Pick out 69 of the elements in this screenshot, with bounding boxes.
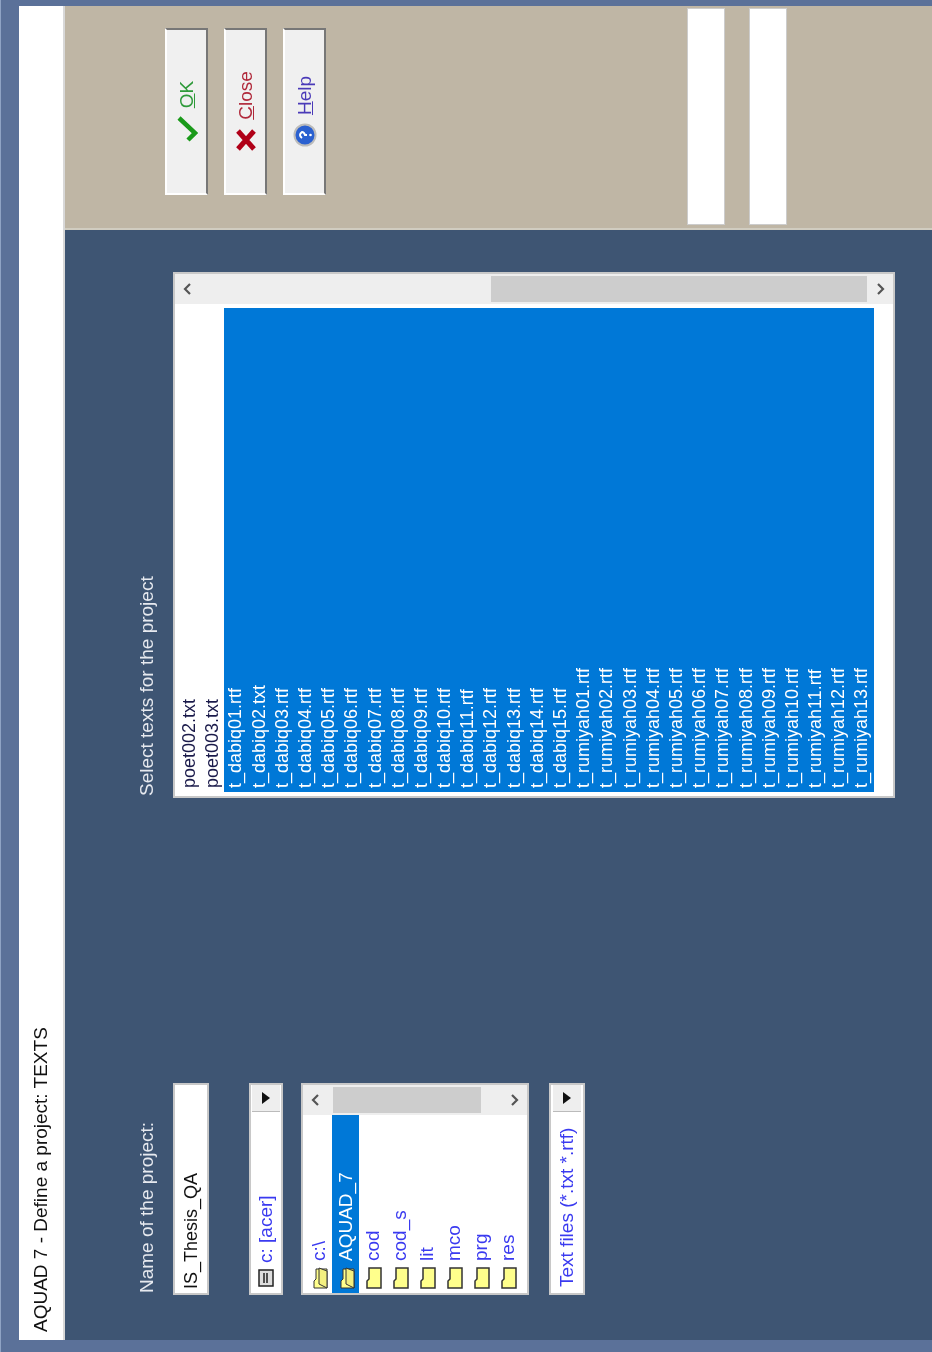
folder-icon (444, 1267, 463, 1289)
help-icon (292, 123, 317, 148)
file-item[interactable]: t_dabiq12.rtf (479, 308, 503, 792)
file-item[interactable]: t_dabiq01.rtf (224, 308, 248, 792)
file-item[interactable]: t_dabiq06.rtf (340, 308, 364, 792)
file-item[interactable]: t_rumiyah08.rtf (734, 308, 758, 792)
file-item[interactable]: t_rumiyah05.rtf (664, 308, 689, 792)
list-label: Select texts for the project (135, 575, 158, 796)
file-item[interactable]: t_dabiq11.rtf (456, 308, 480, 792)
window-title: AQUAD 7 - Define a project: TEXTS (30, 1027, 52, 1332)
file-item[interactable]: t_dabiq04.rtf (293, 308, 318, 792)
file-item[interactable]: t_rumiyah09.rtf (757, 308, 781, 792)
file-item[interactable]: t_rumiyah04.rtf (641, 308, 665, 792)
file-item[interactable]: t_dabiq10.rtf (433, 308, 457, 792)
file-item[interactable]: t_rumiyah10.rtf (780, 308, 805, 792)
dropdown-button[interactable] (553, 1085, 581, 1112)
drive-dropdown[interactable]: c: [acer] (249, 1083, 283, 1295)
dialog-button[interactable]: OK (165, 28, 208, 195)
scroll-up-icon[interactable] (183, 283, 191, 295)
folder-item[interactable]: lit (413, 1115, 440, 1293)
file-item[interactable]: poet003.txt (201, 308, 225, 792)
folder-icon (498, 1267, 517, 1289)
folder-icon (390, 1267, 409, 1289)
folder-item[interactable]: res (494, 1115, 521, 1293)
folder-item[interactable]: AQUAD_7 (332, 1115, 359, 1293)
file-item[interactable]: t_rumiyah13.rtf (850, 308, 874, 792)
file-item[interactable]: t_dabiq14.rtf (525, 308, 549, 792)
file-item[interactable]: poet002.txt (178, 308, 202, 792)
file-item[interactable]: t_dabiq02.txt (247, 308, 271, 792)
drive-icon (257, 1269, 275, 1287)
close-icon (234, 127, 257, 152)
file-item[interactable]: t_rumiyah01.rtf (572, 308, 596, 792)
folder-icon (471, 1267, 490, 1289)
file-item[interactable]: t_dabiq03.rtf (270, 308, 294, 792)
dropdown-button[interactable] (252, 1085, 280, 1112)
dialog-button[interactable]: Close (224, 28, 267, 195)
file-item[interactable]: t_dabiq08.rtf (386, 308, 410, 792)
file-item[interactable]: t_rumiyah11.rtf (804, 308, 828, 792)
scroll-down-icon[interactable] (877, 283, 885, 295)
file-type-dropdown[interactable]: Text files (*.txt *.rtf) (549, 1083, 585, 1295)
folder-item[interactable]: cod (359, 1115, 386, 1293)
scrollbar[interactable] (175, 274, 893, 304)
project-name-field[interactable]: IS_Thesis_QA (173, 1083, 209, 1295)
caret-icon (563, 1092, 571, 1104)
file-item[interactable]: t_rumiyah03.rtf (618, 308, 642, 792)
scrollbar[interactable] (303, 1085, 527, 1115)
folder-icon (363, 1267, 382, 1289)
folder-list[interactable]: c:\ AQUAD_7 cod cod_s lit mco prg res (301, 1083, 529, 1295)
folder-item[interactable]: prg (467, 1115, 494, 1293)
file-item[interactable]: t_rumiyah12.rtf (827, 308, 851, 792)
scroll-up-icon[interactable] (311, 1094, 319, 1106)
caret-icon (262, 1092, 270, 1104)
file-item[interactable]: t_dabiq15.rtf (549, 308, 573, 792)
folder-item[interactable]: c:\ (305, 1115, 332, 1293)
file-item[interactable]: t_rumiyah07.rtf (711, 308, 735, 792)
checkmark-icon (175, 116, 198, 143)
folder-item[interactable]: cod_s (386, 1115, 413, 1293)
file-item[interactable]: t_rumiyah06.rtf (688, 308, 712, 792)
scroll-down-icon[interactable] (511, 1094, 519, 1106)
file-item[interactable]: t_dabiq07.rtf (363, 308, 387, 792)
dialog-button[interactable]: Help (283, 28, 326, 195)
folder-item[interactable]: mco (440, 1115, 467, 1293)
folder-icon (417, 1267, 436, 1289)
file-item[interactable]: t_dabiq05.rtf (317, 308, 341, 792)
text-file-list[interactable] (173, 272, 895, 798)
file-item[interactable]: t_dabiq09.rtf (409, 308, 434, 792)
file-item[interactable]: t_rumiyah02.rtf (595, 308, 619, 792)
field-label: Name of the project: (135, 1120, 158, 1293)
file-item[interactable]: t_dabiq13.rtf (502, 308, 526, 792)
